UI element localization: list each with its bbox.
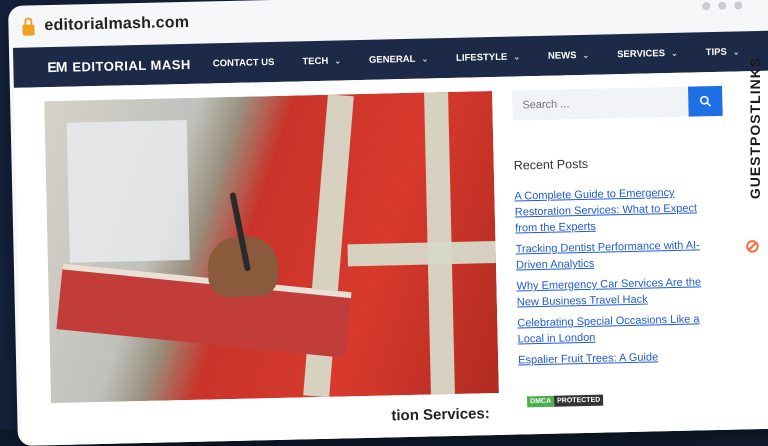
window-dot-icon[interactable] bbox=[734, 1, 743, 10]
window-dot-icon[interactable] bbox=[718, 1, 727, 10]
post-link[interactable]: Tracking Dentist Performance with AI-Dri… bbox=[516, 239, 700, 271]
brand-text: GUESTPOSTLINKS bbox=[746, 56, 763, 200]
search-icon bbox=[699, 95, 712, 107]
logo-mark: EM bbox=[47, 58, 67, 76]
nav-contact-us[interactable]: CONTACT US bbox=[213, 56, 275, 68]
search-form bbox=[512, 85, 723, 121]
list-item: Celebrating Special Occasions Like a Loc… bbox=[517, 311, 704, 347]
chevron-down-icon: ⌄ bbox=[582, 50, 590, 60]
url-text[interactable]: editorialmash.com bbox=[44, 14, 189, 35]
nav-tech[interactable]: TECH ⌄ bbox=[302, 55, 341, 67]
nav-lifestyle[interactable]: LIFESTYLE ⌄ bbox=[456, 51, 520, 63]
chevron-down-icon: ⌄ bbox=[732, 46, 740, 57]
nav-news[interactable]: NEWS ⌄ bbox=[548, 49, 590, 62]
search-input[interactable] bbox=[512, 86, 689, 121]
window-controls bbox=[702, 1, 743, 11]
featured-image[interactable] bbox=[44, 91, 499, 404]
browser-window: editorialmash.com EM EDITORIAL MASH CONT… bbox=[8, 0, 768, 446]
list-item: Why Emergency Car Services Are the New B… bbox=[516, 274, 703, 310]
lock-icon bbox=[22, 23, 35, 36]
list-item: Espalier Fruit Trees: A Guide bbox=[518, 348, 704, 368]
post-link[interactable]: Espalier Fruit Trees: A Guide bbox=[518, 351, 658, 366]
post-link[interactable]: Celebrating Special Occasions Like a Loc… bbox=[517, 313, 699, 345]
guestpostlinks-watermark: GUESTPOSTLINKS ⊘ bbox=[742, 40, 764, 256]
recent-posts-heading: Recent Posts bbox=[513, 156, 589, 173]
post-link[interactable]: A Complete Guide to Emergency Restoratio… bbox=[514, 187, 697, 235]
chevron-down-icon: ⌄ bbox=[670, 48, 678, 58]
post-link[interactable]: Why Emergency Car Services Are the New B… bbox=[516, 276, 701, 308]
chevron-down-icon: ⌄ bbox=[513, 51, 521, 62]
window-dot-icon[interactable] bbox=[702, 2, 711, 11]
search-button[interactable] bbox=[688, 85, 723, 117]
recent-posts-list: A Complete Guide to Emergency Restoratio… bbox=[514, 184, 704, 373]
nav-general[interactable]: GENERAL ⌄ bbox=[369, 53, 428, 65]
dmca-badge[interactable]: DMCA PROTECTED bbox=[526, 394, 604, 408]
logo-text: EDITORIAL MASH bbox=[72, 56, 192, 75]
link-icon: ⊘ bbox=[744, 236, 760, 256]
chevron-down-icon: ⌄ bbox=[421, 53, 429, 64]
page-content: tion Services: Recent Posts A Complete G… bbox=[13, 70, 768, 446]
article-title[interactable]: tion Services: bbox=[391, 405, 490, 424]
nav-services[interactable]: SERVICES ⌄ bbox=[617, 47, 678, 60]
list-item: Tracking Dentist Performance with AI-Dri… bbox=[515, 237, 702, 273]
site-logo[interactable]: EM EDITORIAL MASH bbox=[47, 56, 191, 75]
chevron-down-icon: ⌄ bbox=[334, 55, 342, 66]
nav-tips[interactable]: TIPS ⌄ bbox=[706, 46, 740, 57]
list-item: A Complete Guide to Emergency Restoratio… bbox=[514, 184, 701, 236]
